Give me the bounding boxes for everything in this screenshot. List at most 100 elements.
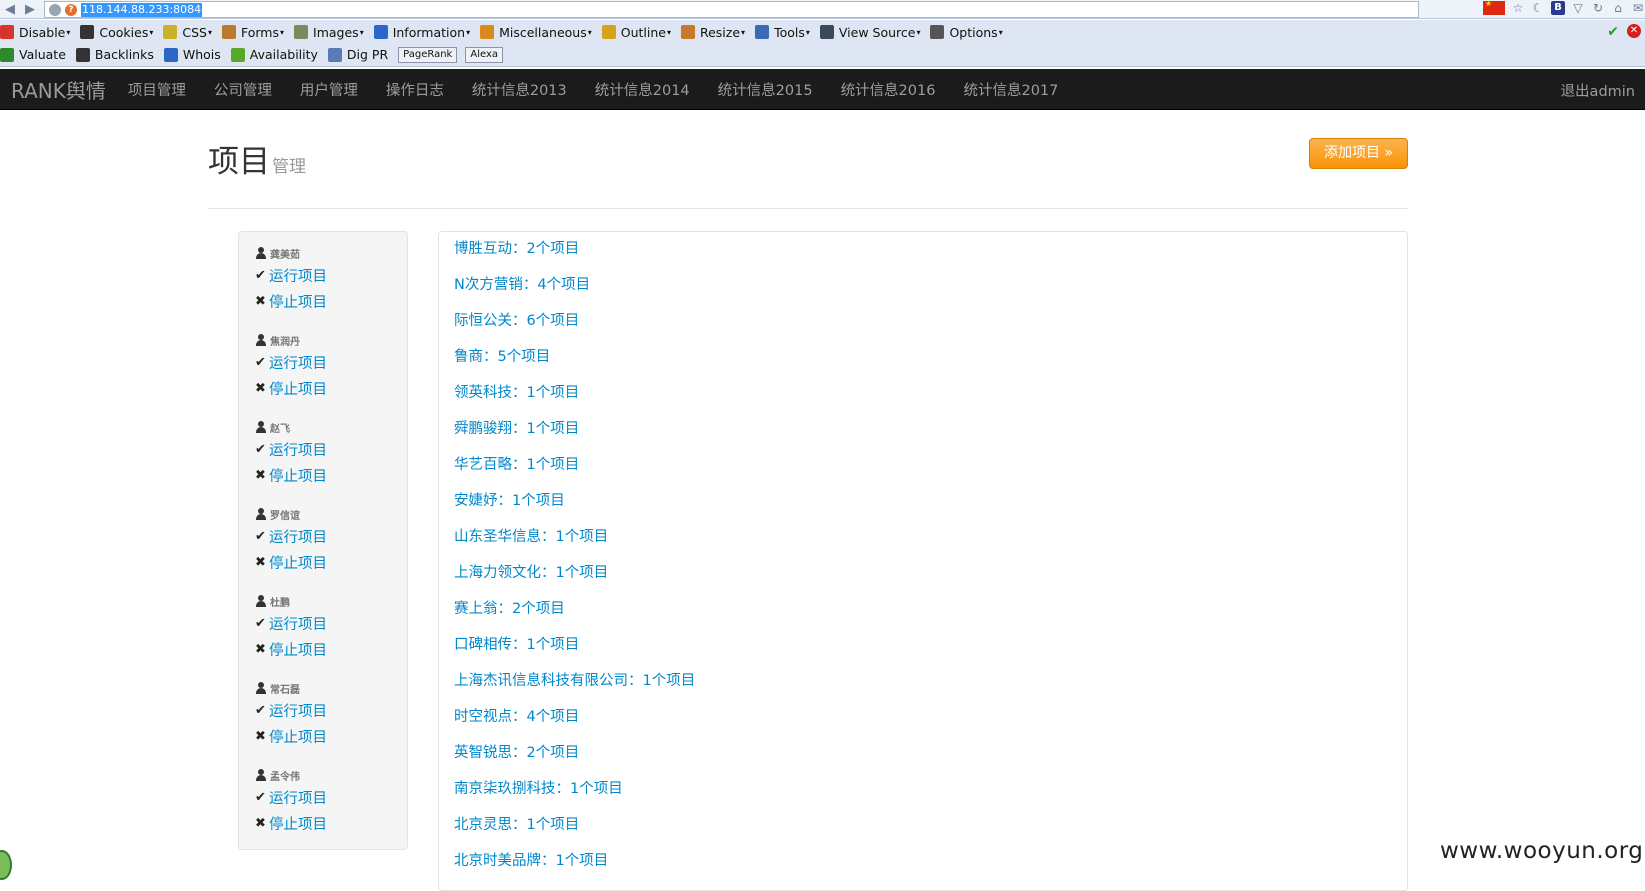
- stop-projects-label: 停止项目: [269, 294, 327, 311]
- company-link[interactable]: N次方营销：4个项目: [454, 275, 1407, 311]
- toolbar1-item-view-source[interactable]: View Source ▾: [819, 25, 921, 40]
- forward-arrow-icon[interactable]: ▶: [20, 2, 40, 17]
- back-arrow-icon[interactable]: ◀: [0, 2, 20, 17]
- user-name-text: 赵飞: [270, 423, 290, 435]
- toolbar1-item-label: Disable: [19, 24, 66, 40]
- toolbar-status: ✔ ✕: [1607, 24, 1641, 40]
- toolbar1-item-information[interactable]: Information ▾: [373, 25, 470, 40]
- nav-stats-2017[interactable]: 统计信息2017: [963, 79, 1058, 100]
- nav-stats-2014[interactable]: 统计信息2014: [595, 79, 690, 100]
- corner-badge-icon: [0, 850, 12, 880]
- bookmark-b-icon[interactable]: B: [1551, 1, 1565, 15]
- stop-projects-link[interactable]: ✖ 停止项目: [255, 549, 407, 575]
- toolbar2-item-availability[interactable]: Availability: [230, 47, 318, 62]
- stop-projects-link[interactable]: ✖ 停止项目: [255, 375, 407, 401]
- dropdown-caret-icon: ▾: [280, 27, 285, 37]
- stop-projects-link[interactable]: ✖ 停止项目: [255, 636, 407, 662]
- company-link[interactable]: 赛上翁：2个项目: [454, 599, 1407, 635]
- company-link[interactable]: 北京灵思：1个项目: [454, 815, 1407, 851]
- run-projects-label: 运行项目: [269, 529, 327, 546]
- seo-toolbar: Valuate Backlinks Whois Availability Dig PR P…: [0, 43, 1645, 67]
- toolbar2-item-backlinks[interactable]: Backlinks: [75, 47, 154, 62]
- chat-icon[interactable]: ✉: [1631, 1, 1645, 15]
- run-projects-link[interactable]: ✔ 运行项目: [255, 349, 407, 375]
- company-link[interactable]: 时空视点：4个项目: [454, 707, 1407, 743]
- company-link[interactable]: 华艺百略：1个项目: [454, 455, 1407, 491]
- toolbar-pill-alexa[interactable]: Alexa: [465, 46, 504, 63]
- dropdown-caret-icon: ▾: [916, 27, 921, 37]
- check-icon: ✔: [255, 528, 266, 544]
- user-icon: [255, 682, 267, 694]
- logout-link[interactable]: 退出admin: [1561, 80, 1635, 101]
- stop-projects-link[interactable]: ✖ 停止项目: [255, 810, 407, 836]
- toolbar1-item-disable[interactable]: Disable ▾: [0, 25, 70, 40]
- run-projects-link[interactable]: ✔ 运行项目: [255, 436, 407, 462]
- company-link[interactable]: 博胜互动：2个项目: [454, 239, 1407, 275]
- company-link[interactable]: 上海力领文化：1个项目: [454, 563, 1407, 599]
- company-link[interactable]: 南京柒玖捌科技：1个项目: [454, 779, 1407, 815]
- company-link[interactable]: 上海杰讯信息科技有限公司：1个项目: [454, 671, 1407, 707]
- address-field[interactable]: ? 118.144.88.233:8084: [44, 1, 1419, 18]
- run-projects-label: 运行项目: [269, 268, 327, 285]
- company-link[interactable]: 舜鹏骏翔：1个项目: [454, 419, 1407, 455]
- run-projects-link[interactable]: ✔ 运行项目: [255, 523, 407, 549]
- dropdown-caret-icon: ▾: [998, 27, 1003, 37]
- toolbar1-item-images[interactable]: Images ▾: [294, 25, 364, 40]
- check-icon[interactable]: ✔: [1607, 24, 1619, 40]
- run-projects-link[interactable]: ✔ 运行项目: [255, 697, 407, 723]
- url-text[interactable]: 118.144.88.233:8084: [81, 2, 203, 17]
- company-link[interactable]: 鲁商：5个项目: [454, 347, 1407, 383]
- toolbar1-item-forms[interactable]: Forms ▾: [221, 25, 285, 40]
- nav-user-management[interactable]: 用户管理: [300, 79, 358, 100]
- browser-url-bar: ◀ ▶ ? 118.144.88.233:8084 ☆ ☾ B ▽ ↻ ⌂ ✉: [0, 0, 1645, 19]
- toolbar1-item-options[interactable]: Options ▾: [930, 25, 1003, 40]
- toolbar2-item-dig-pr[interactable]: Dig PR: [327, 47, 388, 62]
- company-link[interactable]: 领英科技：1个项目: [454, 383, 1407, 419]
- company-link[interactable]: 口碑相传：1个项目: [454, 635, 1407, 671]
- dropdown-caret-icon: ▾: [666, 27, 671, 37]
- company-link[interactable]: 安婕妤：1个项目: [454, 491, 1407, 527]
- toolbar1-item-css[interactable]: CSS ▾: [163, 25, 212, 40]
- toolbar2-item-whois[interactable]: Whois: [163, 47, 221, 62]
- error-icon[interactable]: ✕: [1627, 24, 1641, 38]
- brand-logo[interactable]: RANK舆情: [0, 75, 106, 104]
- user-icon: [255, 247, 267, 259]
- image-icon: [294, 25, 309, 39]
- nav-stats-2015[interactable]: 统计信息2015: [718, 79, 813, 100]
- run-projects-link[interactable]: ✔ 运行项目: [255, 262, 407, 288]
- toolbar-pill-pagerank[interactable]: PageRank: [398, 46, 458, 63]
- toolbar1-item-miscellaneous[interactable]: Miscellaneous ▾: [480, 25, 592, 40]
- check-icon: ✔: [255, 267, 266, 283]
- company-link[interactable]: 北京时美品牌：1个项目: [454, 851, 1407, 887]
- company-link[interactable]: 际恒公关：6个项目: [454, 311, 1407, 347]
- cross-icon: ✖: [255, 641, 266, 657]
- nav-project-management[interactable]: 项目管理: [128, 79, 186, 100]
- stop-projects-link[interactable]: ✖ 停止项目: [255, 462, 407, 488]
- nav-operation-log[interactable]: 操作日志: [386, 79, 444, 100]
- stop-projects-link[interactable]: ✖ 停止项目: [255, 723, 407, 749]
- nav-company-management[interactable]: 公司管理: [214, 79, 272, 100]
- top-navbar: RANK舆情 项目管理 公司管理 用户管理 操作日志 统计信息2013 统计信息…: [0, 69, 1645, 110]
- stop-projects-link[interactable]: ✖ 停止项目: [255, 288, 407, 314]
- company-link[interactable]: 英智锐思：2个项目: [454, 743, 1407, 779]
- toolbar1-item-tools[interactable]: Tools ▾: [755, 25, 810, 40]
- toolbar1-item-outline[interactable]: Outline ▾: [601, 25, 671, 40]
- nav-stats-2016[interactable]: 统计信息2016: [841, 79, 936, 100]
- run-projects-label: 运行项目: [269, 442, 327, 459]
- toolbar1-item-cookies[interactable]: Cookies ▾: [80, 25, 153, 40]
- company-link[interactable]: 山东圣华信息：1个项目: [454, 527, 1407, 563]
- moon-icon[interactable]: ☾: [1531, 1, 1545, 15]
- add-project-button[interactable]: 添加项目 »: [1309, 138, 1408, 169]
- page-title-main: 项目: [208, 144, 270, 180]
- toolbar1-item-label: Resize: [699, 24, 741, 40]
- dropdown-icon[interactable]: ▽: [1571, 1, 1585, 15]
- nav-stats-2013[interactable]: 统计信息2013: [472, 79, 567, 100]
- run-projects-link[interactable]: ✔ 运行项目: [255, 610, 407, 636]
- search-icon: [230, 47, 245, 62]
- run-projects-link[interactable]: ✔ 运行项目: [255, 784, 407, 810]
- reload-icon[interactable]: ↻: [1591, 1, 1605, 15]
- toolbar2-item-valuate[interactable]: Valuate: [0, 47, 66, 62]
- home-icon[interactable]: ⌂: [1611, 1, 1625, 15]
- toolbar1-item-resize[interactable]: Resize ▾: [680, 24, 745, 40]
- star-icon[interactable]: ☆: [1511, 1, 1525, 15]
